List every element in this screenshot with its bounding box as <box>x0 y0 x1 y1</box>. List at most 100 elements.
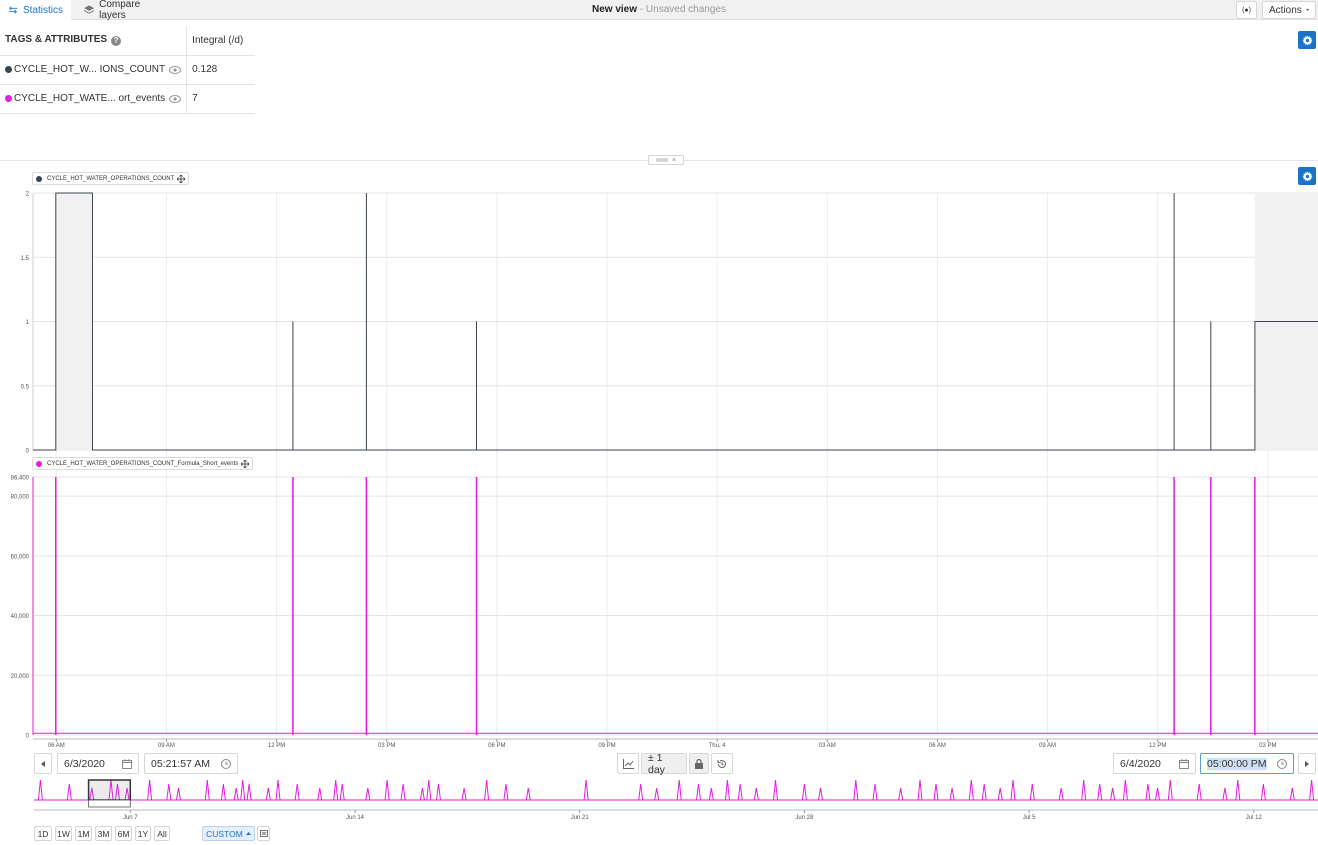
layers-icon <box>84 5 95 14</box>
statistics-table: TAGS & ATTRIBUTES? Integral (/d) CYCLE_H… <box>0 26 255 114</box>
x-tick-label: 06 AM <box>48 743 65 749</box>
tab-compare-layers[interactable]: Compare layers <box>76 0 172 21</box>
line-chart-icon <box>622 758 634 769</box>
navigator-spike <box>997 787 1003 801</box>
navigator-spike <box>220 783 226 801</box>
range-button-6m[interactable]: 6M <box>115 826 132 841</box>
chevron-left-icon <box>41 760 45 767</box>
export-range-button[interactable] <box>257 826 270 841</box>
custom-range-button[interactable]: CUSTOM <box>202 826 255 841</box>
chart2-legend[interactable]: CYCLE_HOT_WATER_OPERATIONS_COUNT_Formula… <box>32 457 254 470</box>
navigator-spike <box>753 787 759 801</box>
navigator-spike <box>654 787 660 801</box>
navigator-spike <box>365 787 371 801</box>
navigator-spike <box>147 779 153 801</box>
view-title: New view - Unsaved changes <box>592 4 726 15</box>
move-icon[interactable] <box>177 174 186 183</box>
broadcast-icon: (●) <box>1242 6 1251 14</box>
end-date-input[interactable]: 6/4/2020 <box>1113 753 1196 774</box>
range-button-1d[interactable]: 1D <box>34 826 52 841</box>
calendar-icon[interactable] <box>1179 758 1189 769</box>
clock-icon[interactable] <box>1277 758 1287 769</box>
zoom-range-button[interactable]: ± 1 day <box>641 752 687 776</box>
navigator-spike <box>400 783 406 801</box>
actions-button[interactable]: Actions <box>1262 1 1316 19</box>
next-period-button[interactable] <box>1298 753 1316 774</box>
navigator-tick-label: Jul 12 <box>1246 815 1263 821</box>
y-tick-label: 86,400 <box>11 476 30 482</box>
navigator-spike <box>1145 783 1151 801</box>
series-color-dot <box>36 175 42 182</box>
gear-icon <box>1301 34 1313 46</box>
navigator-spike <box>1029 783 1035 801</box>
navigator-spike <box>204 779 210 801</box>
navigator-tick-label: Jun 28 <box>795 815 814 821</box>
navigator-spike <box>1289 787 1295 801</box>
navigator-spike <box>696 783 701 801</box>
navigator-spike <box>275 779 281 801</box>
series-color-dot <box>5 95 12 102</box>
navigator-spike <box>419 787 425 801</box>
navigator-spike <box>917 779 923 801</box>
chart1-legend[interactable]: CYCLE_HOT_WATER_OPERATIONS_COUNT <box>32 172 190 185</box>
navigator-spike <box>240 779 246 801</box>
move-icon[interactable] <box>241 459 250 468</box>
navigator-spike <box>176 787 181 801</box>
table-header-row: TAGS & ATTRIBUTES? Integral (/d) <box>0 26 255 56</box>
navigator-spike <box>968 779 974 801</box>
integral-value: 0.128 <box>186 55 255 85</box>
lock-button[interactable] <box>689 753 709 774</box>
clock-icon[interactable] <box>221 758 231 769</box>
y-tick-label: 40,000 <box>11 614 30 620</box>
eye-icon[interactable] <box>169 66 182 74</box>
tag-cell[interactable]: CYCLE_HOT_WATE... ort_events <box>0 84 188 114</box>
chart1-series-name: CYCLE_HOT_WATER_OPERATIONS_COUNT <box>47 175 175 182</box>
range-button-1w[interactable]: 1W <box>55 826 72 841</box>
chart-type-button[interactable] <box>617 753 639 774</box>
navigator-spike <box>1309 779 1315 801</box>
start-time-input[interactable]: 05:21:57 AM <box>144 753 238 774</box>
y-tick-label: 0.5 <box>21 384 30 390</box>
y-tick-label: 0 <box>26 734 30 740</box>
navigator-spike <box>265 787 271 801</box>
history-icon <box>717 759 726 768</box>
y-tick-label: 20,000 <box>11 674 30 680</box>
series-color-dot <box>36 460 42 467</box>
navigator-spike <box>1167 779 1173 801</box>
previous-period-button[interactable] <box>34 753 52 774</box>
navigator-spike <box>1222 787 1228 801</box>
navigator-spike <box>708 787 714 801</box>
lock-icon <box>695 758 703 769</box>
navigator-timeline[interactable]: Jun 7 Jun 14 Jun 21 Jun 28 Jul 5 Jul 12 <box>0 778 1318 822</box>
navigator-spike <box>233 787 239 801</box>
start-date-input[interactable]: 6/3/2020 <box>57 753 139 774</box>
integral-header[interactable]: Integral (/d) <box>186 26 255 56</box>
chart2-series-name: CYCLE_HOT_WATER_OPERATIONS_COUNT_Formula… <box>47 460 239 467</box>
range-button-3m[interactable]: 3M <box>95 826 112 841</box>
range-button-1m[interactable]: 1M <box>75 826 92 841</box>
navigator-spike <box>583 779 589 801</box>
navigator-spike <box>333 779 339 801</box>
navigator-spike <box>737 783 743 801</box>
eye-icon[interactable] <box>169 95 182 103</box>
calendar-icon[interactable] <box>122 758 132 769</box>
help-icon[interactable]: ? <box>111 36 122 47</box>
navigator-spike <box>525 787 531 801</box>
y-tick-label: 80,000 <box>11 495 30 501</box>
table-settings-button[interactable] <box>1298 31 1316 49</box>
navigator-spike <box>436 783 441 801</box>
actions-label: Actions <box>1269 4 1302 16</box>
navigator-spike <box>1110 787 1116 801</box>
navigator-spike <box>1058 787 1064 801</box>
unsaved-status: Unsaved changes <box>645 4 726 15</box>
history-button[interactable] <box>711 753 733 774</box>
tab-statistics[interactable]: Statistics <box>0 0 71 20</box>
range-button-all[interactable]: All <box>154 826 170 841</box>
tag-cell[interactable]: CYCLE_HOT_W... IONS_COUNT <box>0 55 188 85</box>
end-time-input[interactable]: 05:00:00 PM <box>1200 753 1294 774</box>
y-tick-label: 0 <box>26 449 30 455</box>
tab-compare-layers-label: Compare layers <box>99 0 141 21</box>
tags-attributes-header: TAGS & ATTRIBUTES? <box>0 26 188 56</box>
live-mode-button[interactable]: (●) <box>1236 1 1257 19</box>
range-button-1y[interactable]: 1Y <box>135 826 151 841</box>
